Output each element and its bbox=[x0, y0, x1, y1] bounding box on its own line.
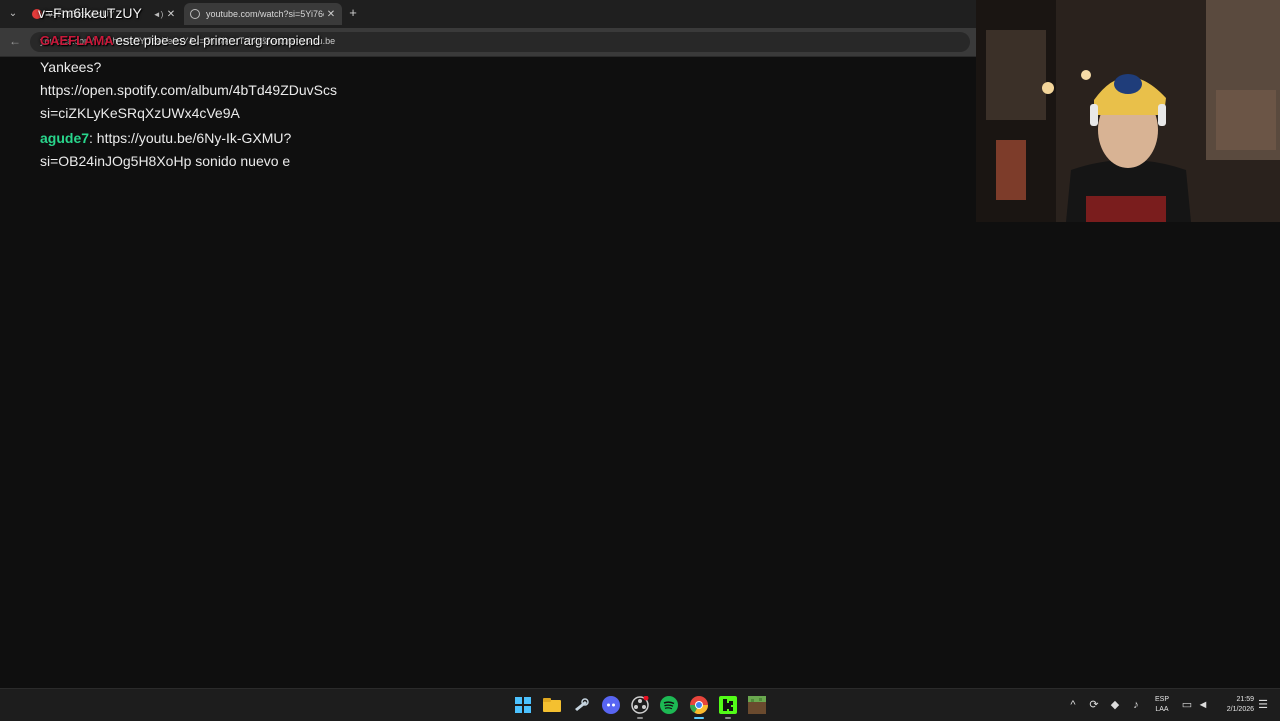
keyboard-layout: LAA bbox=[1155, 706, 1169, 713]
overlay-video-id: v=Fm6lkeuTzUY bbox=[38, 5, 142, 21]
sync-icon[interactable]: ⟳ bbox=[1087, 698, 1101, 712]
notification-icon[interactable]: ☰ bbox=[1256, 698, 1270, 712]
microphone-icon[interactable]: ♪ bbox=[1129, 698, 1143, 712]
clock-time: 21:59 bbox=[1236, 696, 1254, 703]
chat-message-text: https://youtu.be/6Ny-Ik-GXMU? bbox=[92, 130, 292, 146]
running-indicator bbox=[637, 717, 643, 719]
language-code: ESP bbox=[1154, 696, 1169, 703]
display-icon[interactable]: ▭ bbox=[1180, 698, 1194, 712]
loading-favicon-icon bbox=[190, 9, 200, 19]
webcam-image bbox=[976, 0, 1280, 222]
chat-username: agude7 bbox=[40, 130, 90, 146]
system-clock[interactable]: 21:59 2/1/2026 bbox=[1212, 695, 1254, 715]
discord-icon[interactable] bbox=[600, 694, 622, 716]
windows-start-icon[interactable] bbox=[512, 694, 534, 716]
speaker-icon[interactable]: ◄) bbox=[152, 10, 164, 19]
chat-message-text: este pibe es el primer arg rompiend bbox=[115, 33, 321, 48]
chat-line: Yankees? bbox=[40, 59, 102, 75]
minecraft-icon[interactable] bbox=[746, 694, 768, 716]
kick-icon[interactable] bbox=[717, 694, 739, 719]
running-indicator bbox=[725, 717, 731, 719]
chevron-up-icon[interactable]: ^ bbox=[1066, 698, 1080, 712]
overlay-chat-line: GAEFLAMA este pibe es el primer arg rompi… bbox=[40, 33, 320, 48]
steam-icon[interactable] bbox=[570, 694, 592, 716]
volume-icon[interactable]: ◄ bbox=[1196, 698, 1210, 712]
language-indicator[interactable]: ESP LAA bbox=[1152, 695, 1172, 715]
chat-username: GAEFLAMA bbox=[40, 33, 114, 48]
new-tab-icon[interactable]: + bbox=[346, 5, 360, 21]
webcam-feed bbox=[976, 0, 1280, 222]
shield-icon[interactable]: ◆ bbox=[1108, 698, 1122, 712]
chat-overlay: Yankees? https://open.spotify.com/album/… bbox=[40, 56, 380, 173]
active-indicator bbox=[694, 717, 704, 719]
chat-line: si=OB24inJOg5H8XoHp sonido nuevo e bbox=[40, 153, 291, 169]
clock-date: 2/1/2026 bbox=[1226, 706, 1254, 713]
close-tab-icon[interactable]: ✕ bbox=[164, 9, 178, 20]
windows-taskbar: ^ ⟳ ◆ ♪ ESP LAA ▭ ◄ 21:59 2/1/2026 ☰ bbox=[0, 688, 1280, 721]
tab-title: youtube.com/watch?si=5Yi76e bbox=[206, 9, 324, 19]
back-arrow-icon[interactable]: ← bbox=[8, 34, 22, 48]
chat-message: agude7: https://youtu.be/6Ny-Ik-GXMU? si… bbox=[40, 127, 380, 173]
tab-youtube-watch[interactable]: youtube.com/watch?si=5Yi76e ✕ bbox=[184, 3, 342, 25]
close-tab-icon[interactable]: ✕ bbox=[324, 9, 338, 20]
chat-line: agude7: https://youtu.be/6Ny-Ik-GXMU? bbox=[40, 127, 360, 150]
file-explorer-icon[interactable] bbox=[541, 694, 563, 716]
tab-strip: ⌄ v=Fm6lkeuTzUY ◄) ✕ youtube.com/watch?s… bbox=[0, 0, 976, 28]
tab-search-icon[interactable]: ⌄ bbox=[4, 6, 22, 22]
chat-line: https://open.spotify.com/album/4bTd49ZDu… bbox=[40, 82, 337, 98]
spotify-icon[interactable] bbox=[658, 694, 680, 716]
chrome-icon[interactable] bbox=[688, 694, 710, 719]
chat-line: si=ciZKLyKeSRqXzUWx4cVe9A bbox=[40, 105, 240, 121]
obs-icon[interactable] bbox=[629, 694, 651, 719]
